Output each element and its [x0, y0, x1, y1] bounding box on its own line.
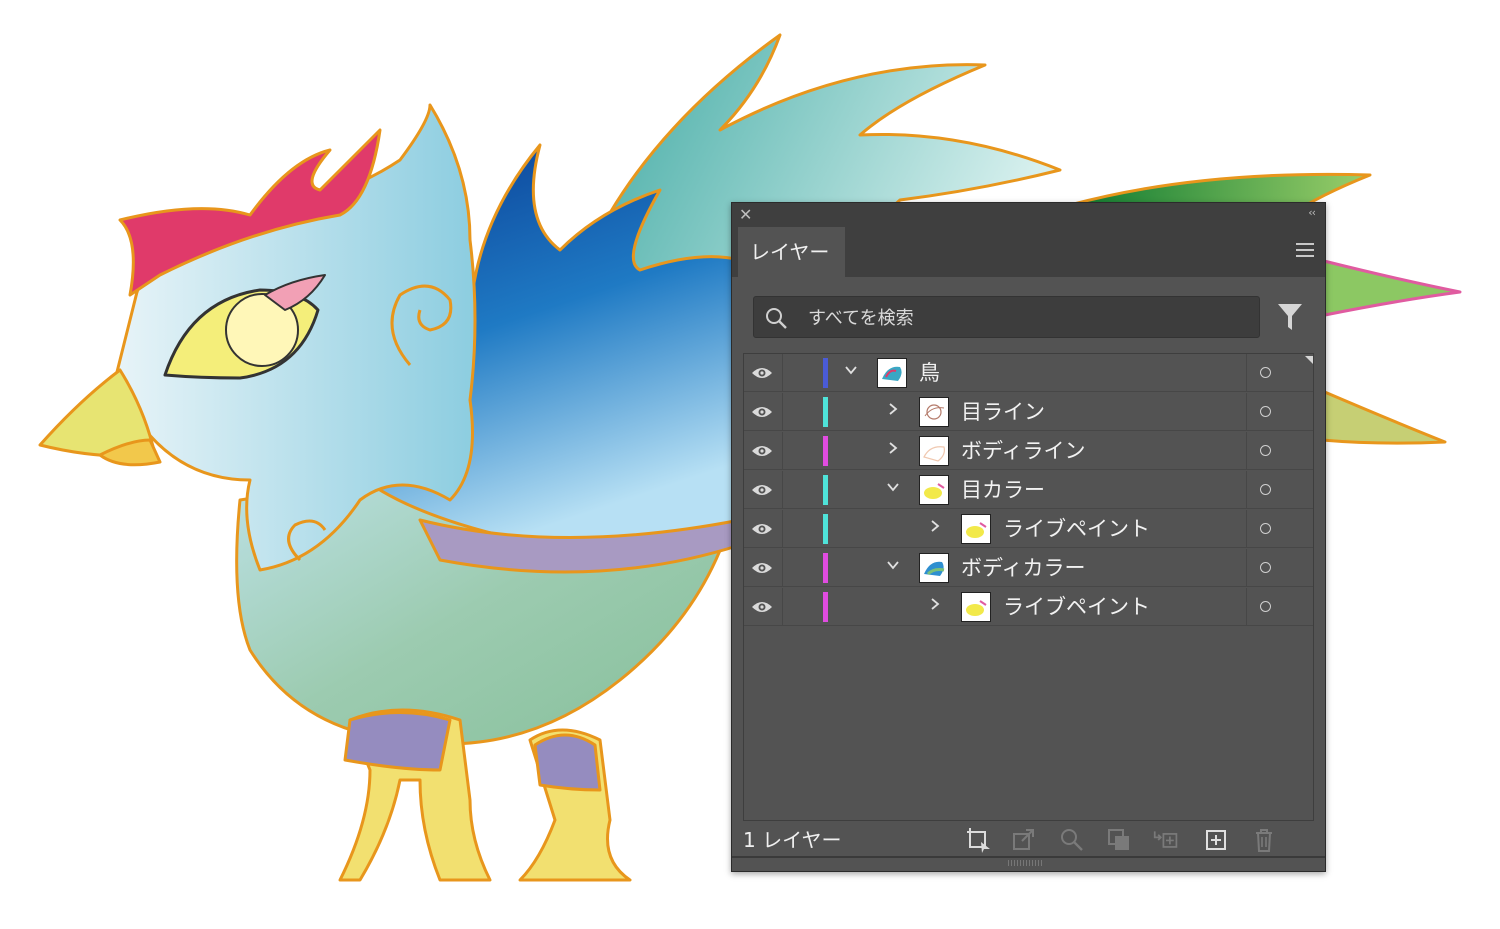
lock-column[interactable] [782, 549, 783, 587]
delete-icon[interactable] [1251, 827, 1277, 853]
chevron-right-icon[interactable] [928, 519, 942, 533]
lock-column[interactable] [782, 354, 783, 392]
layer-name[interactable]: ボディカラー [961, 553, 1086, 583]
layer-row[interactable]: ライブペイント [744, 588, 1313, 626]
target-circle-icon[interactable] [1260, 406, 1271, 417]
live-paint-thumbnail [961, 514, 991, 544]
panel-bottom-edge [732, 856, 1325, 858]
collect-for-export-icon[interactable] [966, 827, 992, 853]
body-line-thumbnail [919, 436, 949, 466]
chevron-down-icon[interactable] [886, 480, 900, 494]
layer-row[interactable]: 鳥 [744, 354, 1313, 392]
layer-row[interactable]: 目ライン [744, 393, 1313, 431]
search-input[interactable] [806, 302, 1230, 334]
layer-row[interactable]: ボディカラー [744, 549, 1313, 587]
layer-row[interactable]: ライブペイント [744, 510, 1313, 548]
chevron-right-icon[interactable] [886, 441, 900, 455]
layer-color-bar [823, 592, 828, 622]
chevron-down-icon[interactable] [844, 363, 858, 377]
filter-icon[interactable] [1277, 302, 1303, 332]
layer-list: 鳥目ライン ボディライン 目カラー ライブペイント ボディカラー ライブペイント [743, 353, 1314, 821]
lock-column[interactable] [782, 471, 783, 509]
target-column-divider [1246, 354, 1247, 392]
body-color-thumbnail [919, 553, 949, 583]
target-column-divider [1246, 471, 1247, 509]
layer-name[interactable]: 鳥 [919, 358, 940, 388]
layer-row[interactable]: ボディライン [744, 432, 1313, 470]
layer-name[interactable]: ライブペイント [1003, 592, 1150, 622]
visibility-eye-icon[interactable] [751, 404, 773, 420]
selection-indicator[interactable] [1305, 356, 1313, 364]
eye-color-thumbnail [919, 475, 949, 505]
layer-color-bar [823, 358, 828, 388]
panel-titlebar[interactable]: ✕ ‹‹ [732, 203, 1325, 227]
visibility-eye-icon[interactable] [751, 521, 773, 537]
layers-panel: ✕ ‹‹ レイヤー 鳥目ラインボディライン目カラーライブペイントボディカラーライ… [731, 202, 1326, 872]
visibility-eye-icon[interactable] [751, 599, 773, 615]
live-paint-thumbnail [961, 592, 991, 622]
bird-thumbnail [877, 358, 907, 388]
resize-grip[interactable] [1008, 860, 1044, 866]
layer-name[interactable]: ボディライン [961, 436, 1086, 466]
layer-color-bar [823, 514, 828, 544]
target-column-divider [1246, 549, 1247, 587]
lock-column[interactable] [782, 510, 783, 548]
eye-line-thumbnail [919, 397, 949, 427]
target-column-divider [1246, 510, 1247, 548]
target-circle-icon[interactable] [1260, 601, 1271, 612]
chevron-down-icon[interactable] [886, 558, 900, 572]
layer-count: 1 レイヤー [743, 828, 842, 852]
panel-menu-icon[interactable] [1296, 243, 1314, 261]
visibility-eye-icon[interactable] [751, 365, 773, 381]
layer-color-bar [823, 436, 828, 466]
new-layer-icon[interactable] [1204, 827, 1230, 853]
target-column-divider [1246, 432, 1247, 470]
lock-column[interactable] [782, 432, 783, 470]
create-sublayer-icon[interactable] [1153, 827, 1179, 853]
target-column-divider [1246, 588, 1247, 626]
close-icon[interactable]: ✕ [739, 205, 752, 224]
tab-layers[interactable]: レイヤー [738, 227, 845, 277]
visibility-eye-icon[interactable] [751, 560, 773, 576]
lock-column[interactable] [782, 588, 783, 626]
layer-row[interactable]: 目カラー [744, 471, 1313, 509]
layer-name[interactable]: 目カラー [961, 475, 1045, 505]
search-icon [766, 308, 787, 329]
target-circle-icon[interactable] [1260, 367, 1271, 378]
export-icon[interactable] [1011, 827, 1037, 853]
visibility-eye-icon[interactable] [751, 443, 773, 459]
layer-color-bar [823, 553, 828, 583]
collapse-panel-icon[interactable]: ‹‹ [1308, 206, 1316, 219]
target-circle-icon[interactable] [1260, 562, 1271, 573]
locate-object-icon[interactable] [1059, 827, 1085, 853]
layer-color-bar [823, 475, 828, 505]
panel-tab-strip: レイヤー [732, 227, 1325, 277]
target-circle-icon[interactable] [1260, 484, 1271, 495]
layer-name[interactable]: ライブペイント [1003, 514, 1150, 544]
search-field[interactable] [753, 296, 1260, 338]
lock-column[interactable] [782, 393, 783, 431]
chevron-right-icon[interactable] [886, 402, 900, 416]
target-column-divider [1246, 393, 1247, 431]
target-circle-icon[interactable] [1260, 523, 1271, 534]
make-clipping-mask-icon[interactable] [1106, 827, 1132, 853]
chevron-right-icon[interactable] [928, 597, 942, 611]
layer-color-bar [823, 397, 828, 427]
layer-name[interactable]: 目ライン [961, 397, 1045, 427]
target-circle-icon[interactable] [1260, 445, 1271, 456]
visibility-eye-icon[interactable] [751, 482, 773, 498]
